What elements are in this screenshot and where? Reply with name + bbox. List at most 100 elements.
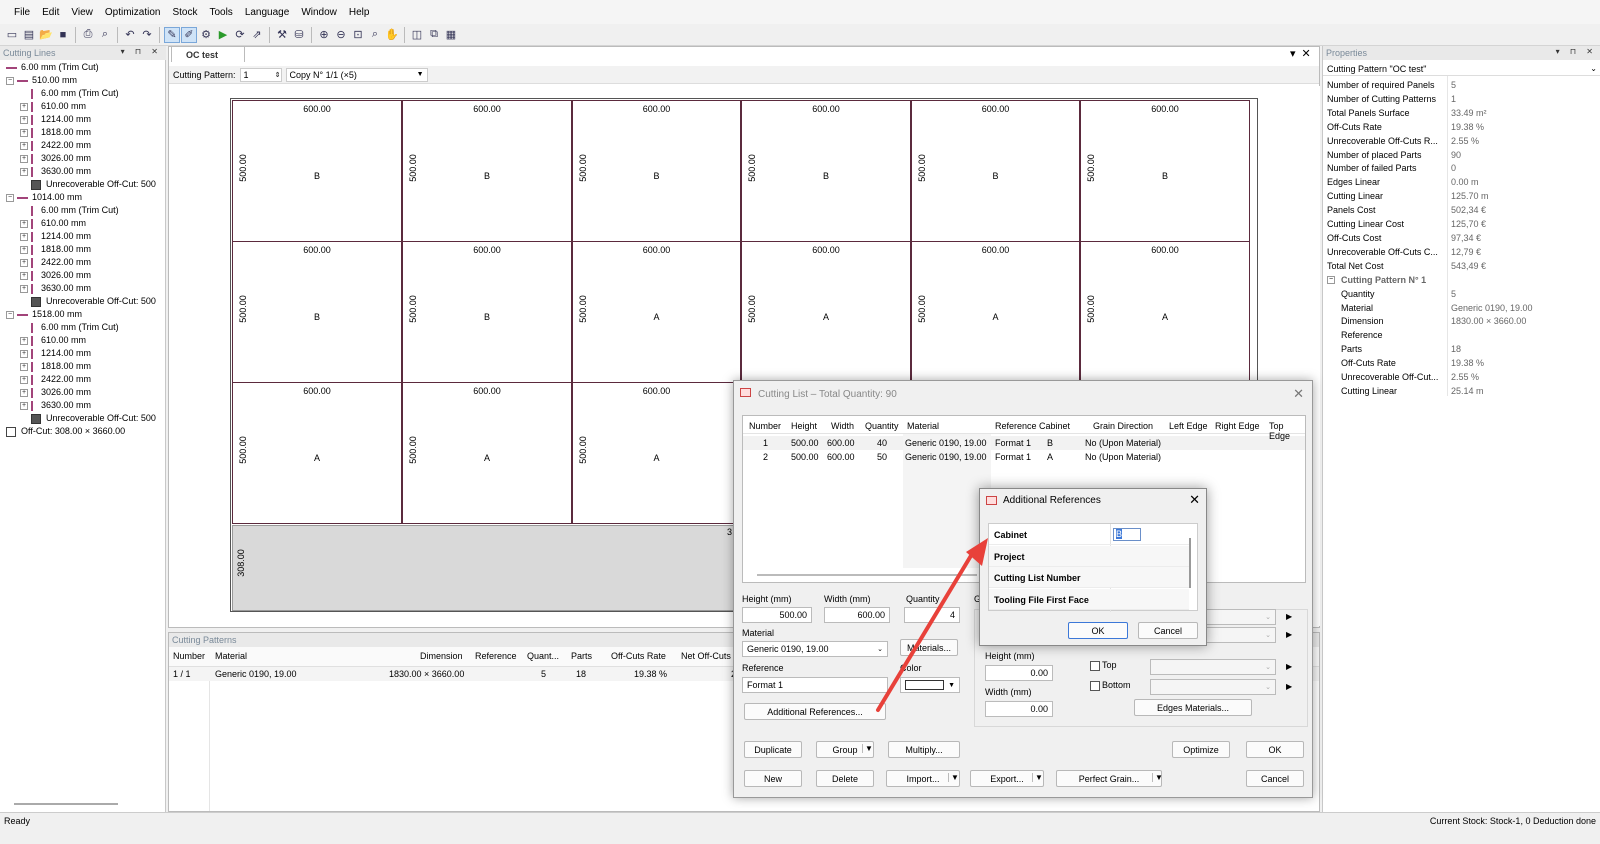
perfect-grain-button[interactable]: Perfect Grain... bbox=[1056, 770, 1162, 787]
tree-node[interactable]: +3026.00 mm bbox=[20, 152, 91, 165]
dropdown-arrow-icon[interactable]: ▼ bbox=[862, 744, 873, 753]
undo-icon[interactable]: ↶ bbox=[122, 27, 138, 43]
cutting-pattern-spinner[interactable]: 1 ⇕ bbox=[239, 67, 282, 82]
panel-part[interactable]: 600.00 500.00 A bbox=[402, 382, 572, 524]
panel-part[interactable]: 600.00 500.00 B bbox=[232, 100, 402, 242]
expand-icon[interactable]: + bbox=[20, 271, 28, 280]
tab-oc-test[interactable]: OC test bbox=[171, 46, 245, 62]
zoom-in-icon[interactable]: ⊕ bbox=[316, 27, 332, 43]
expand-icon[interactable]: + bbox=[20, 336, 28, 345]
settings-icon[interactable]: ⚙ bbox=[198, 27, 214, 43]
tree-node[interactable]: 6.00 mm (Trim Cut) bbox=[20, 204, 119, 217]
multiply-button[interactable]: Multiply... bbox=[888, 741, 960, 758]
export-icon[interactable]: ⇗ bbox=[249, 27, 265, 43]
cl-column-header[interactable]: Top Edge bbox=[1269, 421, 1305, 441]
top-checkbox[interactable] bbox=[1090, 661, 1100, 671]
tree-node[interactable]: +3026.00 mm bbox=[20, 386, 91, 399]
menu-language[interactable]: Language bbox=[239, 7, 296, 18]
expand-icon[interactable]: + bbox=[20, 258, 28, 267]
cl-column-header[interactable]: Height bbox=[791, 421, 817, 431]
cl-column-header[interactable]: Reference bbox=[995, 421, 1037, 431]
layout-icon[interactable]: ⧉ bbox=[426, 27, 442, 43]
panel-part[interactable]: 600.00 500.00 B bbox=[572, 100, 741, 242]
tree-node[interactable]: +1214.00 mm bbox=[20, 230, 91, 243]
tree-node[interactable]: +610.00 mm bbox=[20, 217, 86, 230]
pan-icon[interactable]: ✋ bbox=[384, 27, 400, 43]
grid-icon[interactable]: ▦ bbox=[443, 27, 459, 43]
tree-node[interactable]: +1214.00 mm bbox=[20, 347, 91, 360]
print-icon[interactable]: ⎙ bbox=[80, 27, 96, 43]
bottom-checkbox[interactable] bbox=[1090, 681, 1100, 691]
expand-icon[interactable]: + bbox=[20, 245, 28, 254]
delete-button[interactable]: Delete bbox=[816, 770, 874, 787]
ok-button[interactable]: OK bbox=[1246, 741, 1304, 758]
expand-icon[interactable]: + bbox=[20, 375, 28, 384]
height-field[interactable]: 500.00 bbox=[742, 607, 812, 623]
save-icon[interactable]: ■ bbox=[55, 27, 71, 43]
tree-node[interactable]: − 510.00 mm bbox=[6, 74, 77, 87]
tree-node[interactable]: 6.00 mm (Trim Cut) bbox=[20, 87, 119, 100]
menu-tools[interactable]: Tools bbox=[203, 7, 238, 18]
edge-bottom-select[interactable]: ⌄ bbox=[1150, 679, 1276, 695]
edge-top-select[interactable]: ⌄ bbox=[1150, 659, 1276, 675]
new-button[interactable]: New bbox=[744, 770, 802, 787]
optimize-icon[interactable]: ⟳ bbox=[232, 27, 248, 43]
panel-part[interactable]: 600.00 500.00 A bbox=[232, 382, 402, 524]
ar-ok-button[interactable]: OK bbox=[1068, 622, 1128, 639]
properties-selector[interactable]: Cutting Pattern "OC test" ⌄ bbox=[1323, 62, 1600, 76]
panel-part[interactable]: 600.00 500.00 A bbox=[572, 241, 741, 383]
collapse-icon[interactable]: − bbox=[1327, 275, 1335, 284]
expand-icon[interactable]: + bbox=[20, 349, 28, 358]
panel-part[interactable]: 600.00 500.00 B bbox=[741, 100, 911, 242]
expand-icon[interactable]: + bbox=[20, 388, 28, 397]
cp-column-header[interactable]: Net Off-Cuts bbox=[681, 651, 731, 661]
panel-part[interactable]: 600.00 500.00 B bbox=[232, 241, 402, 383]
stock-icon[interactable]: ⛁ bbox=[291, 27, 307, 43]
expand-icon[interactable]: − bbox=[6, 310, 14, 319]
tree-node[interactable]: +3630.00 mm bbox=[20, 282, 91, 295]
ar-cancel-button[interactable]: Cancel bbox=[1138, 622, 1198, 639]
menu-file[interactable]: File bbox=[8, 7, 36, 18]
arrow-right-icon[interactable]: ▶ bbox=[1286, 612, 1292, 621]
cl-column-header[interactable]: Right Edge bbox=[1215, 421, 1260, 431]
menu-help[interactable]: Help bbox=[343, 7, 376, 18]
dropdown-arrow-icon[interactable]: ▼ bbox=[948, 773, 959, 782]
menu-window[interactable]: Window bbox=[295, 7, 343, 18]
expand-icon[interactable]: + bbox=[20, 154, 28, 163]
menu-edit[interactable]: Edit bbox=[36, 7, 65, 18]
tree-node[interactable]: +1818.00 mm bbox=[20, 126, 91, 139]
dropdown-arrow-icon[interactable]: ▼ bbox=[1152, 773, 1163, 782]
panel-part[interactable]: 600.00 500.00 A bbox=[911, 241, 1080, 383]
expand-icon[interactable]: + bbox=[20, 232, 28, 241]
close-icon[interactable]: ✕ bbox=[1189, 492, 1200, 508]
cp-column-header[interactable]: Quant... bbox=[527, 651, 559, 661]
tree-node[interactable]: − 1518.00 mm bbox=[6, 308, 82, 321]
tree-node[interactable]: +1818.00 mm bbox=[20, 360, 91, 373]
expand-icon[interactable]: + bbox=[20, 401, 28, 410]
cp-column-header[interactable]: Parts bbox=[571, 651, 592, 661]
expand-icon[interactable]: − bbox=[6, 193, 14, 202]
expand-icon[interactable]: + bbox=[20, 102, 28, 111]
pane-controls-icon[interactable]: ▾ ⊓ ✕ bbox=[1556, 47, 1597, 56]
tree-node[interactable]: +3630.00 mm bbox=[20, 399, 91, 412]
cl-column-header[interactable]: Left Edge bbox=[1169, 421, 1208, 431]
zoom-fit-icon[interactable]: ⊡ bbox=[350, 27, 366, 43]
tree-node[interactable]: Unrecoverable Off-Cut: 500 bbox=[20, 412, 156, 425]
panel-part[interactable]: 600.00 500.00 B bbox=[402, 241, 572, 383]
close-icon[interactable]: ✕ bbox=[1293, 386, 1304, 402]
panel-part[interactable]: 600.00 500.00 B bbox=[911, 100, 1080, 242]
menu-view[interactable]: View bbox=[65, 7, 99, 18]
tree-node[interactable]: +1818.00 mm bbox=[20, 243, 91, 256]
tree-node[interactable]: +2422.00 mm bbox=[20, 139, 91, 152]
cabinet-value-input[interactable]: B bbox=[1113, 528, 1141, 541]
expand-icon[interactable]: + bbox=[20, 167, 28, 176]
expand-icon[interactable]: + bbox=[20, 284, 28, 293]
cp-column-header[interactable]: Material bbox=[215, 651, 247, 661]
redo-icon[interactable]: ↷ bbox=[139, 27, 155, 43]
expand-icon[interactable]: − bbox=[6, 76, 14, 85]
duplicate-button[interactable]: Duplicate bbox=[744, 741, 802, 758]
edges-materials-button[interactable]: Edges Materials... bbox=[1134, 699, 1252, 716]
panel-part[interactable]: 600.00 500.00 B bbox=[402, 100, 572, 242]
cancel-button[interactable]: Cancel bbox=[1246, 770, 1304, 787]
cp-column-header[interactable]: Off-Cuts Rate bbox=[611, 651, 666, 661]
